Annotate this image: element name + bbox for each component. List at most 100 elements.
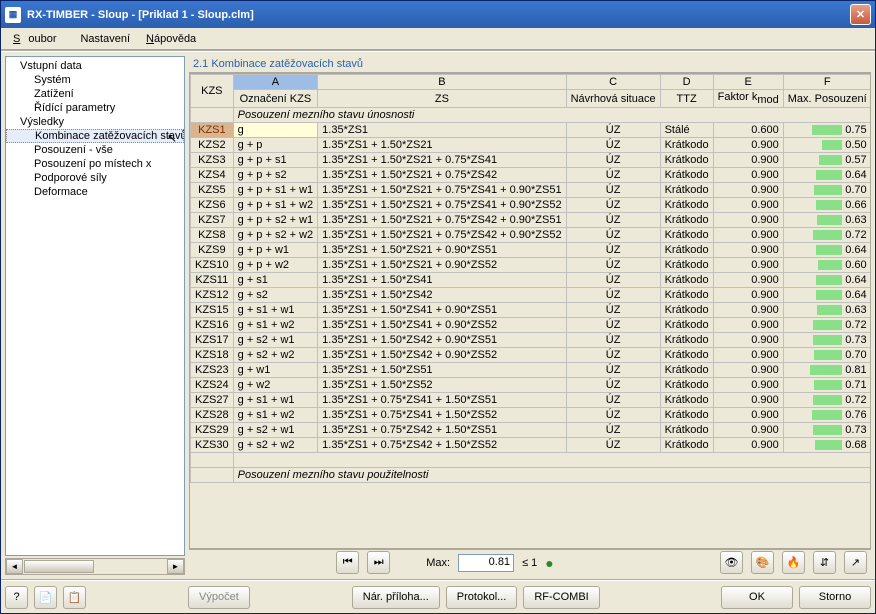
cell-ttz[interactable]: Krátkodo <box>660 303 713 318</box>
cell-ttz[interactable]: Krátkodo <box>660 318 713 333</box>
table-row[interactable]: KZS30g + s2 + w21.35*ZS1 + 0.75*ZS42 + 1… <box>191 438 871 453</box>
cell-zs[interactable]: 1.35*ZS1 + 1.50*ZS51 <box>318 363 566 378</box>
cell-label[interactable]: g + w1 <box>233 363 318 378</box>
tree-combinations[interactable]: Kombinace zatěžovacích stavů↖ <box>6 129 184 143</box>
cell-kmod[interactable]: 0.900 <box>713 378 783 393</box>
table-row[interactable]: KZS6g + p + s1 + w21.35*ZS1 + 1.50*ZS21 … <box>191 198 871 213</box>
col-ttz[interactable]: TTZ <box>660 90 713 108</box>
cell-kmod[interactable]: 0.900 <box>713 228 783 243</box>
cell-label[interactable]: g + p <box>233 138 318 153</box>
cell-ratio[interactable]: 0.75 <box>783 123 870 138</box>
cell-kmod[interactable]: 0.900 <box>713 138 783 153</box>
cell-label[interactable]: g + s2 + w1 <box>233 333 318 348</box>
cell-kmod[interactable]: 0.900 <box>713 273 783 288</box>
cell-ttz[interactable]: Krátkodo <box>660 333 713 348</box>
cell-ttz[interactable]: Krátkodo <box>660 363 713 378</box>
col-B[interactable]: B <box>318 75 566 90</box>
row-id[interactable]: KZS9 <box>191 243 234 258</box>
col-situace[interactable]: Návrhová situace <box>566 90 660 108</box>
cell-kmod[interactable]: 0.900 <box>713 258 783 273</box>
cell-kmod[interactable]: 0.900 <box>713 153 783 168</box>
row-id[interactable]: KZS6 <box>191 198 234 213</box>
cell-zs[interactable]: 1.35*ZS1 + 1.50*ZS21 + 0.75*ZS42 <box>318 168 566 183</box>
cell-ratio[interactable]: 0.50 <box>783 138 870 153</box>
rfcombi-button[interactable]: RF-COMBI <box>523 586 599 609</box>
cell-ratio[interactable]: 0.81 <box>783 363 870 378</box>
col-kzs[interactable]: KZS <box>191 75 234 108</box>
cell-situace[interactable]: ÚZ <box>566 423 660 438</box>
filter-icon[interactable]: 🔥 <box>782 551 805 574</box>
cell-ttz[interactable]: Krátkodo <box>660 408 713 423</box>
cell-ttz[interactable]: Krátkodo <box>660 273 713 288</box>
cell-kmod[interactable]: 0.900 <box>713 168 783 183</box>
table-row[interactable]: KZS18g + s2 + w21.35*ZS1 + 1.50*ZS42 + 0… <box>191 348 871 363</box>
row-id[interactable]: KZS12 <box>191 288 234 303</box>
table-row[interactable]: KZS3g + p + s11.35*ZS1 + 1.50*ZS21 + 0.7… <box>191 153 871 168</box>
cell-kmod[interactable]: 0.900 <box>713 303 783 318</box>
cell-ratio[interactable]: 0.70 <box>783 183 870 198</box>
cell-label[interactable]: g + s2 + w2 <box>233 348 318 363</box>
cell-ratio[interactable]: 0.64 <box>783 288 870 303</box>
cell-zs[interactable]: 1.35*ZS1 + 1.50*ZS42 + 0.90*ZS51 <box>318 333 566 348</box>
row-id[interactable]: KZS10 <box>191 258 234 273</box>
cell-situace[interactable]: ÚZ <box>566 303 660 318</box>
cell-label[interactable]: g + s2 + w1 <box>233 423 318 438</box>
cell-zs[interactable]: 1.35*ZS1 + 0.75*ZS41 + 1.50*ZS51 <box>318 393 566 408</box>
cell-label[interactable]: g + p + s1 + w2 <box>233 198 318 213</box>
col-C[interactable]: C <box>566 75 660 90</box>
report-icon[interactable]: 📋 <box>63 586 86 609</box>
table-row[interactable]: KZS23g + w11.35*ZS1 + 1.50*ZS51ÚZKrátkod… <box>191 363 871 378</box>
cell-situace[interactable]: ÚZ <box>566 438 660 453</box>
tree-check-x[interactable]: Posouzení po místech x <box>6 157 184 171</box>
cell-zs[interactable]: 1.35*ZS1 + 0.75*ZS41 + 1.50*ZS52 <box>318 408 566 423</box>
row-id[interactable]: KZS17 <box>191 333 234 348</box>
col-E[interactable]: E <box>713 75 783 90</box>
cell-zs[interactable]: 1.35*ZS1 + 1.50*ZS41 + 0.90*ZS52 <box>318 318 566 333</box>
cell-ratio[interactable]: 0.68 <box>783 438 870 453</box>
view-icon[interactable]: 👁 <box>720 551 743 574</box>
cell-kmod[interactable]: 0.600 <box>713 123 783 138</box>
col-F[interactable]: F <box>783 75 870 90</box>
cell-zs[interactable]: 1.35*ZS1 + 1.50*ZS21 + 0.75*ZS41 + 0.90*… <box>318 198 566 213</box>
row-id[interactable]: KZS3 <box>191 153 234 168</box>
cell-ratio[interactable]: 0.72 <box>783 318 870 333</box>
cell-ratio[interactable]: 0.57 <box>783 153 870 168</box>
scroll-right-icon[interactable]: ► <box>167 559 184 574</box>
cell-situace[interactable]: ÚZ <box>566 393 660 408</box>
cell-ttz[interactable]: Krátkodo <box>660 438 713 453</box>
table-row[interactable]: KZS12g + s21.35*ZS1 + 1.50*ZS42ÚZKrátkod… <box>191 288 871 303</box>
tree-check-all[interactable]: Posouzení - vše <box>6 143 184 157</box>
cancel-button[interactable]: Storno <box>799 586 871 609</box>
cell-ttz[interactable]: Krátkodo <box>660 183 713 198</box>
cell-ttz[interactable]: Krátkodo <box>660 258 713 273</box>
cell-situace[interactable]: ÚZ <box>566 333 660 348</box>
col-D[interactable]: D <box>660 75 713 90</box>
cell-situace[interactable]: ÚZ <box>566 273 660 288</box>
cell-ttz[interactable]: Krátkodo <box>660 348 713 363</box>
cell-label[interactable]: g + p + s1 + w1 <box>233 183 318 198</box>
table-row[interactable]: KZS9g + p + w11.35*ZS1 + 1.50*ZS21 + 0.9… <box>191 243 871 258</box>
row-id[interactable]: KZS30 <box>191 438 234 453</box>
cell-zs[interactable]: 1.35*ZS1 + 1.50*ZS41 <box>318 273 566 288</box>
cell-label[interactable]: g + p + s2 + w1 <box>233 213 318 228</box>
cell-label[interactable]: g + s1 + w2 <box>233 408 318 423</box>
cell-kmod[interactable]: 0.900 <box>713 243 783 258</box>
cell-ratio[interactable]: 0.63 <box>783 303 870 318</box>
table-row[interactable]: KZS4g + p + s21.35*ZS1 + 1.50*ZS21 + 0.7… <box>191 168 871 183</box>
row-id[interactable]: KZS7 <box>191 213 234 228</box>
cell-ratio[interactable]: 0.64 <box>783 243 870 258</box>
row-id[interactable]: KZS18 <box>191 348 234 363</box>
cell-situace[interactable]: ÚZ <box>566 258 660 273</box>
sort-icon[interactable]: ⇵ <box>813 551 836 574</box>
cell-kmod[interactable]: 0.900 <box>713 333 783 348</box>
cell-zs[interactable]: 1.35*ZS1 + 1.50*ZS52 <box>318 378 566 393</box>
cell-kmod[interactable]: 0.900 <box>713 348 783 363</box>
row-id[interactable]: KZS23 <box>191 363 234 378</box>
table-row[interactable]: KZS24g + w21.35*ZS1 + 1.50*ZS52ÚZKrátkod… <box>191 378 871 393</box>
cell-ratio[interactable]: 0.76 <box>783 408 870 423</box>
cell-label[interactable]: g + s1 + w1 <box>233 393 318 408</box>
cell-situace[interactable]: ÚZ <box>566 318 660 333</box>
cell-kmod[interactable]: 0.900 <box>713 438 783 453</box>
col-oznaceni[interactable]: Označení KZS <box>233 90 318 108</box>
close-icon[interactable]: ✕ <box>850 4 871 25</box>
